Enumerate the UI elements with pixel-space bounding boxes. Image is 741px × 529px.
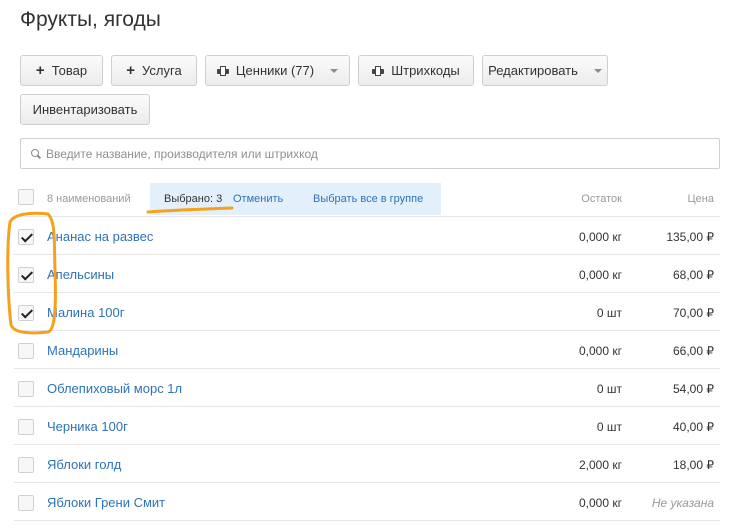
edit-label: Редактировать <box>488 63 578 78</box>
price-column-header[interactable]: Цена <box>688 193 714 205</box>
row-divider <box>14 482 720 483</box>
stock-value: 0 шт <box>596 306 622 320</box>
cancel-selection-link[interactable]: Отменить <box>233 193 283 205</box>
printer-icon <box>372 65 385 76</box>
plus-icon: + <box>126 62 136 79</box>
stock-column-header[interactable]: Остаток <box>581 193 622 205</box>
price-value: Не указана <box>651 496 714 510</box>
chevron-down-icon <box>330 68 339 73</box>
price-value: 54,00 ₽ <box>673 382 714 396</box>
add-product-button[interactable]: + Товар <box>20 55 103 86</box>
row-divider <box>14 254 720 255</box>
price-tags-button[interactable]: Ценники (77) <box>205 55 350 86</box>
plus-icon: + <box>35 62 45 79</box>
row-checkbox[interactable] <box>18 229 34 245</box>
row-checkbox[interactable] <box>18 381 34 397</box>
edit-button[interactable]: Редактировать <box>482 55 608 86</box>
header-divider <box>14 216 720 217</box>
barcodes-label: Штрихкоды <box>391 63 460 78</box>
row-divider <box>14 368 720 369</box>
price-value: 40,00 ₽ <box>673 420 714 434</box>
row-divider <box>14 406 720 407</box>
search-icon <box>31 148 41 159</box>
stock-value: 2,000 кг <box>579 458 622 472</box>
page-title: Фрукты, ягоды <box>20 8 161 31</box>
add-product-label: Товар <box>51 63 88 78</box>
product-name-link[interactable]: Мандарины <box>47 343 118 358</box>
search-input[interactable] <box>46 146 686 161</box>
row-checkbox[interactable] <box>18 343 34 359</box>
price-value: 70,00 ₽ <box>673 306 714 320</box>
product-name-link[interactable]: Яблоки голд <box>47 457 121 472</box>
inventory-label: Инвентаризовать <box>32 102 138 117</box>
product-name-link[interactable]: Апельсины <box>47 267 114 282</box>
price-value: 18,00 ₽ <box>673 458 714 472</box>
price-tags-label: Ценники (77) <box>235 63 315 78</box>
row-divider <box>14 520 720 521</box>
row-divider <box>14 292 720 293</box>
stock-value: 0 шт <box>596 420 622 434</box>
add-service-button[interactable]: + Услуга <box>111 55 197 86</box>
barcodes-button[interactable]: Штрихкоды <box>358 55 474 86</box>
price-value: 135,00 ₽ <box>666 230 714 244</box>
stock-value: 0,000 кг <box>579 344 622 358</box>
row-divider <box>14 444 720 445</box>
chevron-down-icon <box>593 68 602 73</box>
row-checkbox[interactable] <box>18 419 34 435</box>
row-checkbox[interactable] <box>18 495 34 511</box>
stock-value: 0,000 кг <box>579 230 622 244</box>
select-all-in-group-link[interactable]: Выбрать все в группе <box>313 193 423 205</box>
row-checkbox[interactable] <box>18 457 34 473</box>
add-service-label: Услуга <box>142 63 182 78</box>
stock-value: 0 шт <box>596 382 622 396</box>
items-count: 8 наименований <box>47 193 131 205</box>
row-checkbox[interactable] <box>18 267 34 283</box>
selected-count: Выбрано: 3 <box>164 193 223 205</box>
select-all-checkbox[interactable] <box>18 189 34 205</box>
product-name-link[interactable]: Яблоки Грени Смит <box>47 495 165 510</box>
product-name-link[interactable]: Облепиховый морс 1л <box>47 381 182 396</box>
price-value: 68,00 ₽ <box>673 268 714 282</box>
inventory-button[interactable]: Инвентаризовать <box>20 94 150 125</box>
product-name-link[interactable]: Черника 100г <box>47 419 128 434</box>
stock-value: 0,000 кг <box>579 268 622 282</box>
row-checkbox[interactable] <box>18 305 34 321</box>
price-value: 66,00 ₽ <box>673 344 714 358</box>
stock-value: 0,000 кг <box>579 496 622 510</box>
product-name-link[interactable]: Малина 100г <box>47 305 125 320</box>
printer-icon <box>216 65 229 76</box>
product-name-link[interactable]: Ананас на развес <box>47 229 153 244</box>
search-field[interactable] <box>20 138 720 169</box>
row-divider <box>14 330 720 331</box>
